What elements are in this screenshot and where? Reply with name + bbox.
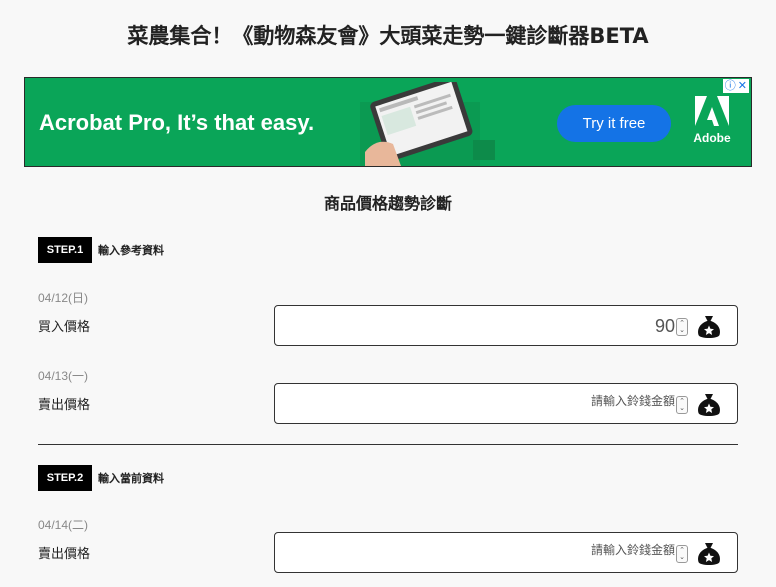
adobe-brand-text: Adobe [693,131,731,145]
money-bag-icon [698,543,720,565]
sell-price-input[interactable]: 請輸入鈴錢金額 ⌃ ⌄ [274,383,738,424]
step2-header: STEP.2 輸入當前資料 [38,465,164,491]
section-title: 商品價格趨勢診斷 [323,194,452,213]
current-sell-price-input[interactable]: 請輸入鈴錢金額 ⌃ ⌄ [274,532,738,573]
money-bag-icon [698,394,720,416]
sell-price-label: 賣出價格 [38,398,91,413]
info-icon[interactable]: ⓘ [725,80,736,92]
step1-badge: STEP.1 [38,237,92,263]
step1-buy-date: 04/12(日) [38,291,89,305]
number-spinner-icon[interactable]: ⌃ ⌄ [676,545,688,563]
number-spinner-icon[interactable]: ⌃ ⌄ [676,396,688,414]
step2-badge: STEP.2 [38,465,92,491]
number-spinner-icon[interactable]: ⌃ ⌄ [676,318,688,336]
try-it-free-button[interactable]: Try it free [557,105,671,142]
close-icon[interactable]: ✕ [738,80,747,92]
step2-label: 輸入當前資料 [98,472,164,485]
buy-price-value[interactable]: 90 [655,316,675,337]
step1-header: STEP.1 輸入參考資料 [38,237,164,263]
money-bag-icon [698,316,720,338]
step2-sell-date: 04/14(二) [38,518,89,532]
step1-sell-date: 04/13(一) [38,369,89,383]
ad-choices[interactable]: ⓘ ✕ [722,79,749,93]
page-title: 菜農集合！《動物森友會》大頭菜走勢一鍵診斷器BETA [127,24,649,48]
sell-price-placeholder[interactable]: 請輸入鈴錢金額 [591,392,675,409]
buy-price-label: 買入價格 [38,320,91,335]
section-divider [38,444,738,445]
current-sell-price-label: 賣出價格 [38,547,91,562]
step1-label: 輸入參考資料 [98,244,164,257]
current-sell-price-placeholder[interactable]: 請輸入鈴錢金額 [591,541,675,558]
ad-headline[interactable]: Acrobat Pro, It’s that easy. [39,110,314,136]
tablet-illustration [360,82,495,166]
ad-banner[interactable]: Acrobat Pro, It’s that easy. Try it free… [24,77,752,167]
adobe-logo-icon [695,96,729,126]
buy-price-input[interactable]: 90 ⌃ ⌄ [274,305,738,346]
